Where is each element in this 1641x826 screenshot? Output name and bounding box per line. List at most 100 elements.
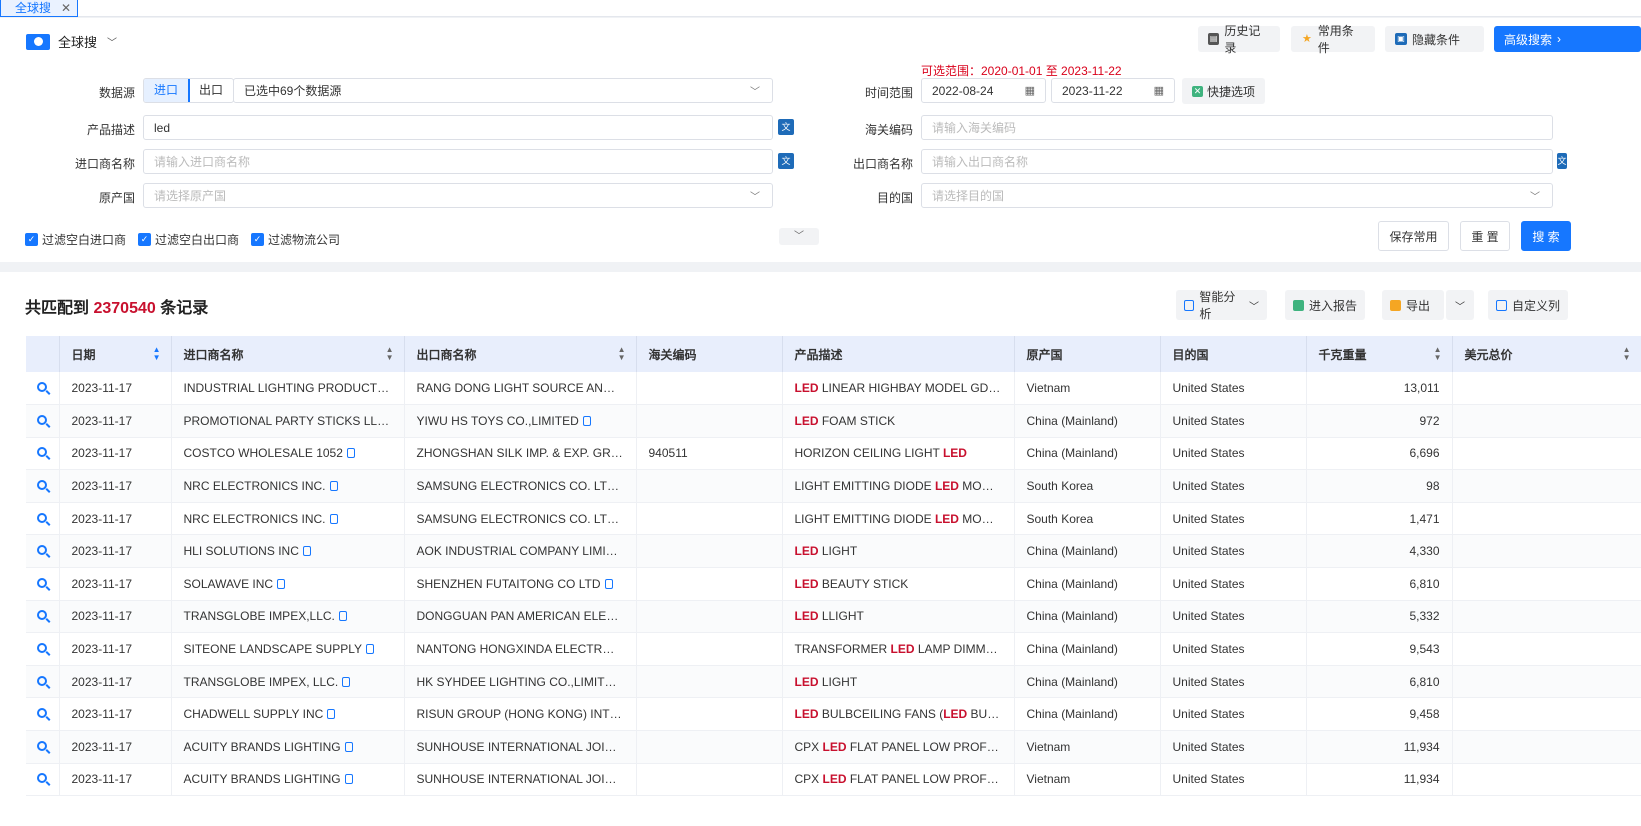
date-to-field[interactable]: 2023-11-22 ▦ bbox=[1051, 78, 1175, 103]
search-icon[interactable] bbox=[37, 447, 48, 458]
col-date[interactable]: 日期 ▲ ▼ bbox=[59, 336, 172, 372]
col-importer[interactable]: 进口商名称 ▲ ▼ bbox=[171, 336, 405, 372]
copy-icon[interactable] bbox=[625, 676, 634, 687]
table-row[interactable]: 2023-11-17 HLI SOLUTIONS INC AOK INDUSTRIA… bbox=[26, 534, 1641, 569]
copy-icon[interactable] bbox=[346, 448, 355, 459]
export-button[interactable]: 导出 bbox=[1382, 290, 1444, 320]
hs-field[interactable] bbox=[921, 115, 1553, 140]
copy-icon[interactable] bbox=[631, 709, 635, 720]
checkbox-checked-icon[interactable]: ✓ bbox=[25, 233, 38, 246]
product-field[interactable] bbox=[143, 115, 773, 140]
table-row[interactable]: 2023-11-17 PROMOTIONAL PARTY STICKS LLC. Y… bbox=[26, 404, 1641, 438]
exporter-cell[interactable]: SAMSUNG ELECTRONICS CO. LTD bbox=[404, 469, 637, 503]
copy-icon[interactable] bbox=[625, 546, 634, 557]
importer-input[interactable] bbox=[154, 154, 762, 169]
row-search-cell[interactable] bbox=[26, 437, 60, 471]
exporter-input[interactable] bbox=[932, 154, 1542, 169]
translate-icon[interactable]: 文 bbox=[1557, 153, 1567, 169]
copy-icon[interactable] bbox=[338, 611, 347, 622]
filter-blank-importer[interactable]: ✓ 过滤空白进口商 bbox=[25, 231, 126, 248]
dest-input[interactable] bbox=[932, 188, 1542, 203]
sort-icon[interactable]: ▲ ▼ bbox=[1623, 346, 1631, 362]
export-tab[interactable]: 出口 bbox=[189, 79, 233, 102]
table-row[interactable]: 2023-11-17 CHADWELL SUPPLY INC RISUN GROUP… bbox=[26, 697, 1641, 732]
exporter-cell[interactable]: RANG DONG LIGHT SOURCE AND ... bbox=[404, 372, 637, 406]
import-tab[interactable]: 进口 bbox=[144, 79, 191, 102]
copy-icon[interactable] bbox=[619, 481, 628, 492]
table-row[interactable]: 2023-11-17 SITEONE LANDSCAPE SUPPLY NANTON… bbox=[26, 632, 1641, 666]
product-input[interactable] bbox=[154, 120, 762, 135]
importer-cell[interactable]: HLI SOLUTIONS INC bbox=[171, 534, 405, 569]
copy-icon[interactable] bbox=[329, 513, 338, 524]
importer-cell[interactable]: TRANSGLOBE IMPEX,LLC. bbox=[171, 600, 405, 634]
row-search-cell[interactable] bbox=[26, 404, 60, 438]
table-row[interactable]: 2023-11-17 NRC ELECTRONICS INC. SAMSUNG EL… bbox=[26, 502, 1641, 536]
hide-conditions-button[interactable]: ▣ 隐藏条件 bbox=[1385, 26, 1484, 52]
exporter-cell[interactable]: HK SYHDEE LIGHTING CO.,LIMITED bbox=[404, 665, 637, 699]
translate-icon[interactable]: 文 bbox=[778, 119, 794, 135]
history-button[interactable]: ▤ 历史记录 bbox=[1198, 24, 1280, 55]
col-exporter[interactable]: 出口商名称 ▲ ▼ bbox=[404, 336, 637, 372]
copy-icon[interactable] bbox=[344, 741, 353, 752]
table-row[interactable]: 2023-11-17 TRANSGLOBE IMPEX,LLC. DONGGUAN … bbox=[26, 600, 1641, 634]
row-search-cell[interactable] bbox=[26, 567, 60, 601]
table-row[interactable]: 2023-11-17 TRANSGLOBE IMPEX, LLC. HK SYHDE… bbox=[26, 665, 1641, 699]
importer-cell[interactable]: INDUSTRIAL LIGHTING PRODUCTS... bbox=[171, 372, 405, 406]
search-icon[interactable] bbox=[37, 740, 48, 751]
copy-icon[interactable] bbox=[302, 546, 311, 557]
row-search-cell[interactable] bbox=[26, 469, 60, 503]
custom-columns-button[interactable]: 自定义列 bbox=[1488, 290, 1568, 320]
save-common-button[interactable]: 保存常用 bbox=[1378, 221, 1449, 251]
row-search-cell[interactable] bbox=[26, 730, 60, 764]
row-search-cell[interactable] bbox=[26, 632, 60, 666]
smart-analysis-button[interactable]: 智能分析 ﹀ bbox=[1176, 290, 1267, 321]
copy-icon[interactable] bbox=[582, 415, 591, 426]
copy-icon[interactable] bbox=[627, 741, 635, 752]
copy-icon[interactable] bbox=[619, 513, 628, 524]
search-icon[interactable] bbox=[37, 382, 48, 393]
exporter-cell[interactable]: YIWU HS TOYS CO.,LIMITED bbox=[404, 404, 637, 438]
exporter-cell[interactable]: DONGGUAN PAN AMERICAN ELECT... bbox=[404, 600, 637, 634]
checkbox-checked-icon[interactable]: ✓ bbox=[138, 233, 151, 246]
exporter-cell[interactable]: NANTONG HONGXINDA ELECTRON... bbox=[404, 632, 637, 666]
row-search-cell[interactable] bbox=[26, 502, 60, 536]
date-from-field[interactable]: 2022-08-24 ▦ bbox=[921, 78, 1046, 103]
importer-cell[interactable]: ACUITY BRANDS LIGHTING bbox=[171, 730, 405, 764]
row-search-cell[interactable] bbox=[26, 372, 60, 406]
copy-icon[interactable] bbox=[327, 709, 336, 720]
copy-icon[interactable] bbox=[366, 644, 374, 655]
table-row[interactable]: 2023-11-17 ACUITY BRANDS LIGHTING SUNHOUSE… bbox=[26, 763, 1641, 797]
copy-icon[interactable] bbox=[393, 415, 402, 426]
source-select[interactable]: 已选中69个数据源 ﹀ bbox=[233, 78, 773, 103]
search-icon[interactable] bbox=[37, 512, 48, 523]
importer-cell[interactable]: SITEONE LANDSCAPE SUPPLY bbox=[171, 632, 405, 666]
close-icon[interactable]: ✕ bbox=[61, 1, 71, 16]
copy-icon[interactable] bbox=[329, 481, 338, 492]
origin-select[interactable]: ﹀ bbox=[143, 183, 773, 208]
quick-options-button[interactable]: ✕ 快捷选项 bbox=[1182, 78, 1266, 104]
importer-cell[interactable]: PROMOTIONAL PARTY STICKS LLC. bbox=[171, 404, 405, 438]
row-search-cell[interactable] bbox=[26, 763, 60, 797]
search-icon[interactable] bbox=[37, 773, 48, 784]
exporter-cell[interactable]: SUNHOUSE INTERNATIONAL JOIN... bbox=[404, 763, 637, 797]
importer-cell[interactable]: ACUITY BRANDS LIGHTING bbox=[171, 763, 405, 797]
search-icon[interactable] bbox=[37, 708, 48, 719]
importer-cell[interactable]: SOLAWAVE INC bbox=[171, 567, 405, 601]
exporter-field[interactable] bbox=[921, 149, 1553, 174]
row-search-cell[interactable] bbox=[26, 665, 60, 699]
importer-cell[interactable]: TRANSGLOBE IMPEX, LLC. bbox=[171, 665, 405, 699]
tab-global-search[interactable]: 全球搜 ✕ bbox=[0, 0, 79, 17]
importer-field[interactable] bbox=[143, 149, 773, 174]
filter-blank-exporter[interactable]: ✓ 过滤空白出口商 bbox=[138, 231, 239, 248]
copy-icon[interactable] bbox=[344, 774, 353, 785]
copy-icon[interactable] bbox=[628, 383, 635, 394]
row-search-cell[interactable] bbox=[26, 600, 60, 634]
table-row[interactable]: 2023-11-17 NRC ELECTRONICS INC. SAMSUNG EL… bbox=[26, 469, 1641, 503]
exporter-cell[interactable]: SHENZHEN FUTAITONG CO LTD bbox=[404, 567, 637, 601]
filter-logistics[interactable]: ✓ 过滤物流公司 bbox=[251, 231, 340, 248]
search-button[interactable]: 搜 索 bbox=[1521, 221, 1571, 251]
search-icon[interactable] bbox=[37, 545, 48, 556]
table-row[interactable]: 2023-11-17 ACUITY BRANDS LIGHTING SUNHOUSE… bbox=[26, 730, 1641, 764]
copy-icon[interactable] bbox=[604, 578, 613, 589]
export-dropdown-button[interactable]: ﹀ bbox=[1446, 290, 1474, 320]
